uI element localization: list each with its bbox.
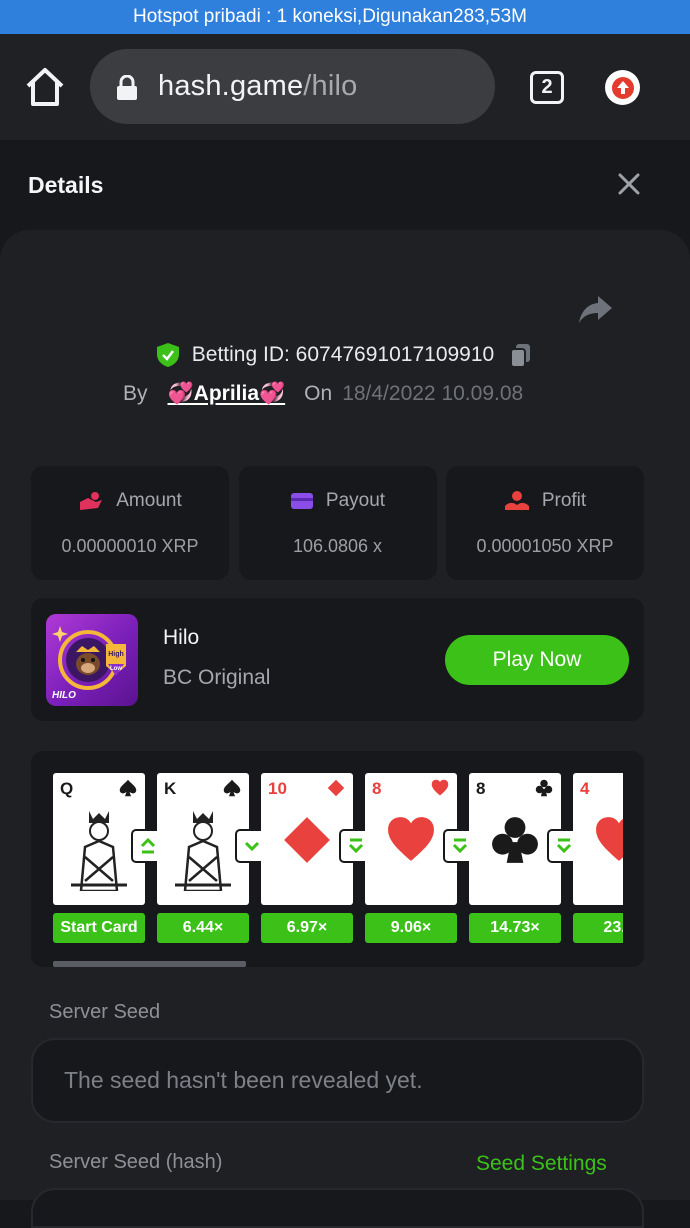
heart-center-icon bbox=[596, 817, 623, 861]
payout-multiplier-5: 14.73× bbox=[469, 913, 561, 943]
on-label: On bbox=[304, 382, 333, 405]
stat-profit-header: Profit bbox=[446, 490, 644, 512]
cards-history[interactable]: Q Start Card K 6.44× 10 6.97× 8 9.06× 8 14.73× 4 23… bbox=[31, 751, 644, 967]
server-seed-hash-label: Server Seed (hash) bbox=[49, 1151, 223, 1173]
copy-icon[interactable] bbox=[508, 342, 534, 368]
stat-payout-value: 106.0806 x bbox=[292, 536, 383, 556]
stat-amount: Amount 0.00000010 XRP bbox=[31, 466, 229, 580]
stat-amount-value: 0.00000010 XRP bbox=[61, 536, 199, 556]
user-link[interactable]: 💞Aprilia💞 bbox=[168, 382, 286, 406]
payout-multiplier-1: Start Card bbox=[53, 913, 145, 943]
hotspot-text: Hotspot pribadi : 1 koneksi,Digunakan283… bbox=[133, 6, 527, 27]
browser-toolbar: hash.game/hilo 2 bbox=[0, 34, 690, 140]
tab-count: 2 bbox=[541, 76, 553, 98]
payout-multiplier-4: 9.06× bbox=[365, 913, 457, 943]
by-label: By bbox=[123, 382, 148, 405]
thumb-badge-low: Low bbox=[110, 666, 122, 672]
spade-icon bbox=[119, 779, 137, 797]
game-category: BC Original bbox=[163, 666, 271, 689]
stat-payout-label: Payout bbox=[325, 490, 386, 511]
payout-multiplier-6: 23.9 bbox=[573, 913, 623, 943]
heart-center-icon bbox=[388, 817, 434, 861]
details-header: Details bbox=[0, 140, 690, 230]
spade-icon bbox=[223, 779, 241, 797]
play-now-button[interactable]: Play Now bbox=[445, 635, 629, 685]
lock-icon bbox=[116, 74, 138, 100]
address-bar[interactable]: hash.game/hilo bbox=[90, 49, 495, 124]
details-panel: Betting ID: 60747691017109910 By 💞Aprili… bbox=[0, 230, 690, 1228]
stat-amount-label: Amount bbox=[116, 490, 182, 511]
tabs-icon[interactable]: 2 bbox=[530, 71, 564, 104]
game-card: High Low HILO Hilo BC Original Play Now bbox=[31, 598, 644, 721]
bet-date: 18/4/2022 10.09.08 bbox=[342, 382, 524, 405]
stat-payout: Payout 106.0806 x bbox=[238, 466, 437, 580]
payout-multiplier-3: 6.97× bbox=[261, 913, 353, 943]
face-card-figure-icon bbox=[71, 811, 127, 891]
cards-track: Q Start Card K 6.44× 10 6.97× 8 9.06× 8 14.73× 4 23… bbox=[53, 773, 623, 945]
server-seed-label: Server Seed bbox=[49, 1001, 161, 1023]
playing-card-6: 4 bbox=[573, 773, 623, 905]
club-icon bbox=[535, 779, 553, 797]
thumb-logo-text: HILO bbox=[52, 690, 76, 701]
card-rank: Q bbox=[60, 779, 74, 798]
verified-shield-icon bbox=[156, 342, 180, 368]
diamond-center-icon bbox=[284, 817, 330, 863]
card-rank: 8 bbox=[372, 779, 382, 798]
thumb-badge-high: High bbox=[108, 651, 124, 658]
wallet-icon bbox=[290, 493, 313, 509]
home-icon[interactable] bbox=[24, 66, 66, 108]
stat-profit: Profit 0.00001050 XRP bbox=[446, 466, 644, 580]
face-card-figure-icon bbox=[175, 811, 231, 891]
seed-settings-link[interactable]: Seed Settings bbox=[476, 1152, 607, 1176]
stat-profit-value: 0.00001050 XRP bbox=[476, 536, 614, 556]
url-path: /hilo bbox=[303, 70, 358, 102]
url-host: hash.game bbox=[158, 70, 304, 102]
cards-scrollbar[interactable] bbox=[53, 961, 246, 967]
profit-icon bbox=[504, 491, 529, 510]
betting-id-row: Betting ID: 60747691017109910 bbox=[0, 342, 690, 368]
diamond-icon bbox=[327, 779, 345, 797]
game-name: Hilo bbox=[163, 626, 200, 649]
club-center-icon bbox=[492, 817, 538, 863]
card-rank: 10 bbox=[268, 779, 287, 798]
card-rank: K bbox=[164, 779, 177, 798]
stat-payout-header: Payout bbox=[239, 490, 437, 512]
payout-multiplier-2: 6.44× bbox=[157, 913, 249, 943]
hotspot-status-bar: Hotspot pribadi : 1 koneksi,Digunakan283… bbox=[0, 0, 690, 34]
url-text: hash.game/hilo bbox=[158, 70, 358, 103]
share-icon[interactable] bbox=[578, 294, 614, 324]
close-icon[interactable] bbox=[616, 171, 642, 197]
hilo-game-thumbnail[interactable]: High Low HILO bbox=[46, 614, 138, 706]
server-seed-value: The seed hasn't been revealed yet. bbox=[64, 1067, 423, 1093]
server-seed-hash-field bbox=[31, 1188, 644, 1228]
heart-icon bbox=[431, 779, 449, 796]
card-rank: 8 bbox=[476, 779, 486, 798]
author-row: By 💞Aprilia💞 On 18/4/2022 10.09.08 bbox=[123, 382, 523, 406]
stat-amount-header: Amount bbox=[31, 490, 229, 512]
server-seed-field: The seed hasn't been revealed yet. bbox=[31, 1038, 644, 1123]
card-rank: 4 bbox=[580, 779, 590, 798]
stats-row: Amount 0.00000010 XRP Payout 106.0806 x … bbox=[31, 466, 644, 580]
details-title: Details bbox=[28, 172, 104, 198]
stat-profit-label: Profit bbox=[541, 490, 587, 511]
amount-icon bbox=[80, 492, 103, 510]
betting-id: Betting ID: 60747691017109910 bbox=[191, 343, 495, 366]
upload-icon[interactable] bbox=[605, 70, 640, 105]
